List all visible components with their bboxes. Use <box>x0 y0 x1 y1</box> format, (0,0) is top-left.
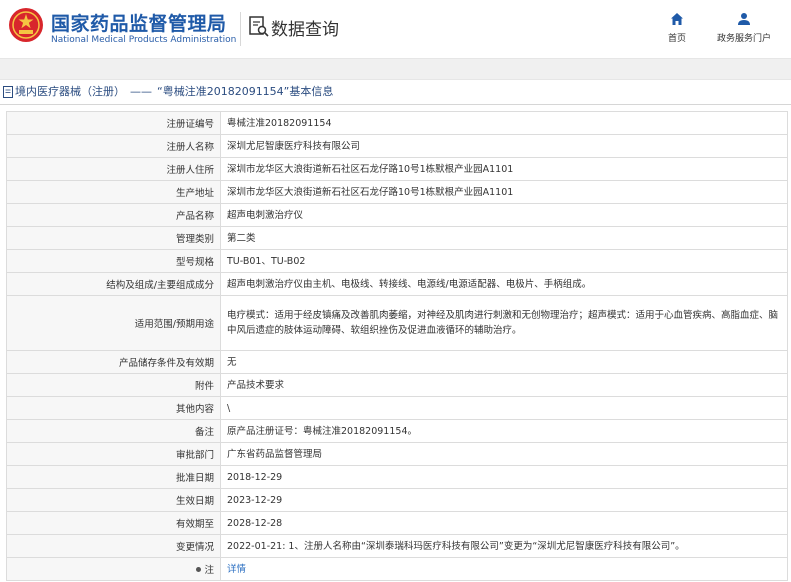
agency-name-cn: 国家药品监督管理局 <box>51 13 227 35</box>
field-value: 粤械注准20182091154 <box>220 111 788 135</box>
table-row: 注册证编号 粤械注准20182091154 <box>6 111 788 135</box>
field-value: 2023-12-29 <box>220 488 788 512</box>
field-label: 生效日期 <box>6 488 221 512</box>
registration-details-table: 注册证编号 粤械注准20182091154 注册人名称 深圳尤尼智康医疗科技有限公司注… <box>6 111 788 581</box>
table-row: 产品储存条件及有效期无 <box>6 350 788 374</box>
header-band <box>0 58 791 80</box>
field-label: 变更情况 <box>6 534 221 558</box>
field-value: 超声电刺激治疗仪 <box>220 203 788 227</box>
field-label: 备注 <box>6 419 221 443</box>
agency-name-en: National Medical Products Administration <box>51 35 237 45</box>
bullet-icon <box>196 566 202 572</box>
table-row: 注册人住所 深圳市龙华区大浪街道新石社区石龙仔路10号1栋默根产业园A1101 <box>6 157 788 181</box>
field-value: 产品技术要求 <box>220 373 788 397</box>
breadcrumb-record: “粤械注准20182091154”基本信息 <box>157 85 334 98</box>
details-link[interactable]: 详情 <box>227 564 246 575</box>
table-row: 批准日期 2018-12-29 <box>6 465 788 489</box>
table-row: 结构及组成/主要组成成分 超声电刺激治疗仪由主机、电极线、转接线、电源线/电源适配… <box>6 272 788 296</box>
note-label-text: 注 <box>204 565 214 576</box>
field-label: 结构及组成/主要组成成分 <box>6 272 221 296</box>
table-row: 生产地址 深圳市龙华区大浪街道新石社区石龙仔路10号1栋默根产业园A1101 <box>6 180 788 204</box>
table-row: 备注 原产品注册证号：粤械注准20182091154。 <box>6 419 788 443</box>
breadcrumb-separator: —— <box>130 85 152 98</box>
field-value: 深圳市龙华区大浪街道新石社区石龙仔路10号1栋默根产业园A1101 <box>220 157 788 181</box>
note-label: 注 <box>6 557 221 581</box>
field-value: 2022-01-21: 1、注册人名称由“深圳泰瑞科玛医疗科技有限公司”变更为“… <box>220 534 788 558</box>
field-label: 型号规格 <box>6 249 221 273</box>
field-value: 广东省药品监督管理局 <box>220 442 788 466</box>
table-row-note: 注 详情 <box>6 557 788 581</box>
breadcrumb-rule <box>0 104 791 105</box>
field-label: 注册证编号 <box>6 111 221 135</box>
field-value: 无 <box>220 350 788 374</box>
field-value: 原产品注册证号：粤械注准20182091154。 <box>220 419 788 443</box>
home-icon <box>671 13 683 25</box>
field-value: 超声电刺激治疗仪由主机、电极线、转接线、电源线/电源适配器、电极片、手柄组成。 <box>220 272 788 296</box>
table-row: 变更情况 2022-01-21: 1、注册人名称由“深圳泰瑞科玛医疗科技有限公司”… <box>6 534 788 558</box>
nav-service-portal[interactable]: 政务服务门户 <box>712 12 776 44</box>
site-header: 国家药品监督管理局 National Medical Products Admi… <box>0 0 791 58</box>
field-label: 产品储存条件及有效期 <box>6 350 221 374</box>
field-value: 2028-12-28 <box>220 511 788 535</box>
page-title: 数据查询 <box>271 20 339 40</box>
table-row: 审批部门 广东省药品监督管理局 <box>6 442 788 466</box>
field-label: 批准日期 <box>6 465 221 489</box>
field-label: 其他内容 <box>6 396 221 420</box>
field-value: 深圳尤尼智康医疗科技有限公司 <box>220 134 788 158</box>
document-icon <box>3 86 13 98</box>
table-row: 型号规格 TU-B01、TU-B02 <box>6 249 788 273</box>
field-value: 电疗模式：适用于经皮镇痛及改善肌肉萎缩，对神经及肌肉进行刺激和无创物理治疗；超声… <box>220 295 788 351</box>
field-label: 注册人名称 <box>6 134 221 158</box>
table-row: 注册人名称 深圳尤尼智康医疗科技有限公司 <box>6 134 788 158</box>
field-value: 深圳市龙华区大浪街道新石社区石龙仔路10号1栋默根产业园A1101 <box>220 180 788 204</box>
header-divider <box>240 12 241 46</box>
table-row: 适用范围/预期用途 电疗模式：适用于经皮镇痛及改善肌肉萎缩，对神经及肌肉进行刺激和… <box>6 295 788 351</box>
field-label: 生产地址 <box>6 180 221 204</box>
national-emblem-icon <box>9 8 43 42</box>
breadcrumb-category[interactable]: 境内医疗器械（注册） <box>15 80 125 104</box>
table-row: 管理类别 第二类 <box>6 226 788 250</box>
field-value: 第二类 <box>220 226 788 250</box>
field-value: 2018-12-29 <box>220 465 788 489</box>
field-label: 产品名称 <box>6 203 221 227</box>
field-label: 管理类别 <box>6 226 221 250</box>
field-label: 审批部门 <box>6 442 221 466</box>
note-value: 详情 <box>220 557 788 581</box>
field-label: 注册人住所 <box>6 157 221 181</box>
table-row: 附件 产品技术要求 <box>6 373 788 397</box>
table-row: 其他内容 \ <box>6 396 788 420</box>
field-value: TU-B01、TU-B02 <box>220 249 788 273</box>
nav-home-label: 首页 <box>667 34 686 44</box>
table-row: 产品名称 超声电刺激治疗仪 <box>6 203 788 227</box>
nav-home[interactable]: 首页 <box>662 12 692 44</box>
field-label: 适用范围/预期用途 <box>6 295 221 351</box>
table-row: 有效期至 2028-12-28 <box>6 511 788 535</box>
user-icon <box>738 13 750 25</box>
field-label: 附件 <box>6 373 221 397</box>
field-value: \ <box>220 396 788 420</box>
field-label: 有效期至 <box>6 511 221 535</box>
breadcrumb: 境内医疗器械（注册） —— “粤械注准20182091154”基本信息 <box>0 80 791 104</box>
table-row: 生效日期 2023-12-29 <box>6 488 788 512</box>
nav-service-portal-label: 政务服务门户 <box>716 34 771 44</box>
data-query-icon <box>249 16 269 37</box>
